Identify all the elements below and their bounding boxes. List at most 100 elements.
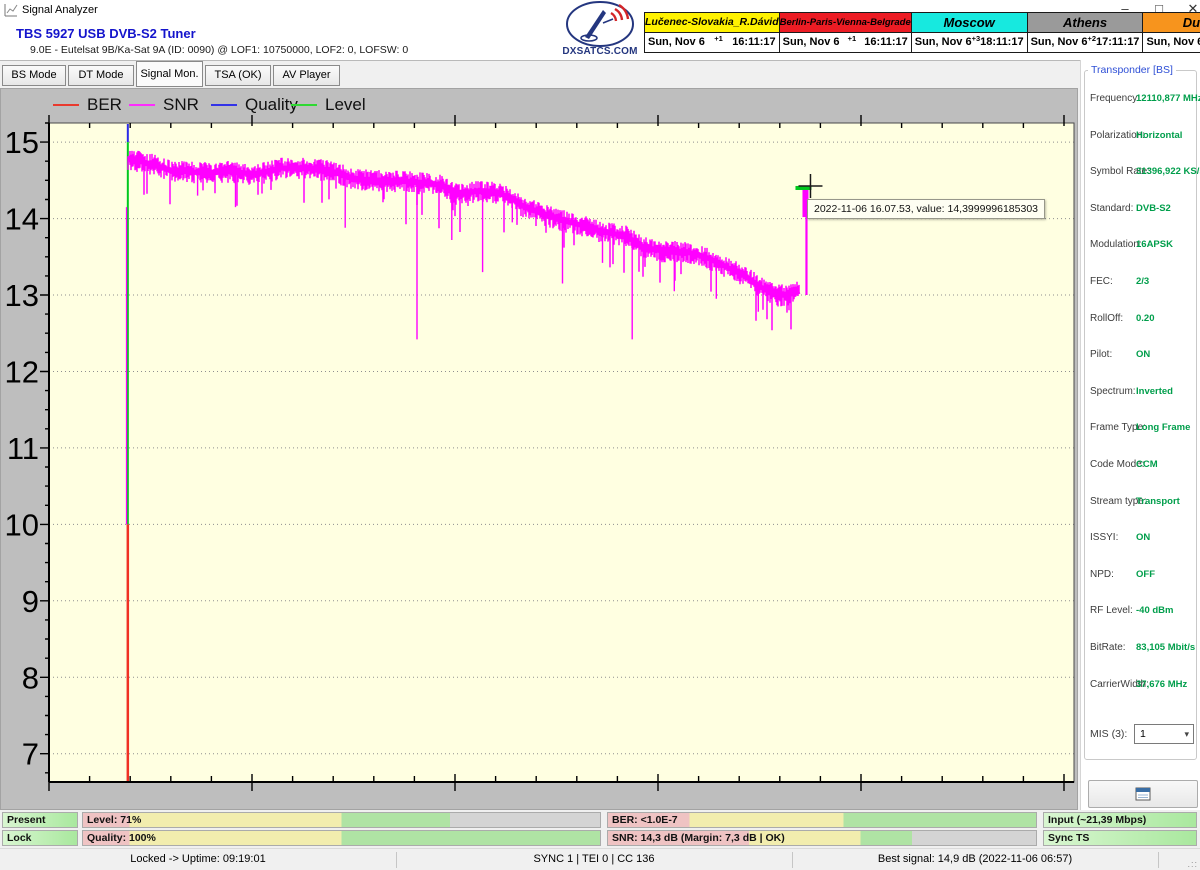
input-indicator-text: Input (~21,39 Mbps) (1048, 814, 1146, 826)
dxsatcs-logo-icon (563, 1, 637, 52)
legend-line-icon (291, 104, 317, 106)
transponder-value-carrierwidth: 37,676 MHz (1136, 679, 1187, 690)
y-axis-label: 15 (5, 125, 39, 160)
level-meter-text: Level: 71% (87, 814, 141, 826)
clock-city: Berlin-Paris-Vienna-Belgrade (779, 12, 912, 33)
transponder-label-standard: Standard: (1090, 203, 1133, 214)
y-axis-label: 12 (5, 354, 39, 389)
clock-panel: Lučenec-Slovakia_R.Dávid Sun, Nov 6 +1 16:1… (644, 12, 780, 53)
transponder-value-stream-type: Transport (1136, 496, 1180, 507)
clock-utc-offset: +3 (972, 34, 981, 43)
ber-meter: BER: <1.0E-7 (607, 812, 1037, 828)
clock-city: Lučenec-Slovakia_R.Dávid (644, 12, 780, 33)
tab-tsa-ok[interactable]: TSA (OK) (205, 65, 271, 86)
clock-time: 16:11:17 (732, 36, 775, 48)
quality-meter: Quality: 100% (82, 830, 601, 846)
chart-region: BERSNRQualityLevel 151413121110987 2022-… (0, 88, 1078, 810)
tab-signal-mon[interactable]: Signal Mon. (136, 61, 203, 87)
transponder-label-frequency: Frequency: (1090, 93, 1140, 104)
y-axis-label: 7 (22, 737, 39, 772)
chevron-down-icon: ▾ (1184, 725, 1189, 743)
tab-av-player[interactable]: AV Player (273, 65, 340, 86)
transponder-value-polarization: Horizontal (1136, 130, 1182, 141)
mis-dropdown[interactable]: 1 ▾ (1134, 724, 1194, 744)
transponder-value-symbol-rate: 31396,922 KS/s (1136, 166, 1200, 177)
transponder-label-rf-level: RF Level: (1090, 605, 1133, 616)
legend-label: Quality (245, 95, 298, 115)
tab-dt-mode[interactable]: DT Mode (68, 65, 134, 86)
clock-time: 18:11:17 (980, 36, 1023, 48)
status-bar: Locked -> Uptime: 09:19:01 SYNC 1 | TEI … (0, 848, 1200, 870)
clock-panels: Lučenec-Slovakia_R.DávidSun, Nov 6+116:1… (645, 12, 1199, 53)
clock-datetime: Sun, Nov 6+419:11:17 (1142, 33, 1200, 53)
present-indicator: Present (2, 812, 78, 828)
legend-label: BER (87, 95, 122, 115)
transponder-label-rolloff: RollOff: (1090, 313, 1123, 324)
tab-bs-mode[interactable]: BS Mode (2, 65, 66, 86)
status-uptime: Locked -> Uptime: 09:19:01 (0, 853, 396, 865)
clock-date: Sun, Nov 6 (1031, 36, 1088, 48)
clock-panel: Berlin-Paris-Vienna-Belgrade Sun, Nov 6 +1… (779, 12, 912, 53)
clock-city: Athens (1027, 12, 1144, 33)
legend-line-icon (53, 104, 79, 106)
signal-chart[interactable]: 151413121110987 (1, 89, 1077, 809)
mis-value: 1 (1140, 728, 1146, 740)
lock-indicator-text: Lock (7, 832, 32, 844)
clock-panel: DubaiSun, Nov 6+419:11:17 (1142, 12, 1200, 53)
y-axis-label: 10 (5, 507, 39, 542)
legend-label: SNR (163, 95, 199, 115)
y-axis-label: 11 (7, 431, 39, 466)
transponder-value-pilot: ON (1136, 349, 1150, 360)
sync-ts-indicator-text: Sync TS (1048, 832, 1089, 844)
sync-ts-indicator: Sync TS (1043, 830, 1197, 846)
clock-date: Sun, Nov 6 (648, 36, 705, 48)
y-axis-label: 8 (22, 660, 39, 695)
top-strip: Signal Analyzer – □ ✕ TBS 5927 USB DVB-S… (0, 0, 1200, 61)
input-indicator: Input (~21,39 Mbps) (1043, 812, 1197, 828)
clock-city: Moscow (911, 12, 1028, 33)
quality-meter-text: Quality: 100% (87, 832, 156, 844)
legend-item-quality: Quality (211, 96, 298, 113)
transponder-value-standard: DVB-S2 (1136, 203, 1171, 214)
clock-datetime: Sun, Nov 6+318:11:17 (911, 33, 1028, 53)
legend-label: Level (325, 95, 366, 115)
transponder-value-frame-type: Long Frame (1136, 422, 1190, 433)
legend-line-icon (129, 104, 155, 106)
clock-datetime: Sun, Nov 6+217:11:17 (1027, 33, 1144, 53)
clock-datetime: Sun, Nov 6 +1 16:11:17 (644, 33, 780, 53)
y-axis-label: 9 (22, 584, 39, 619)
legend-line-icon (211, 104, 237, 106)
ts-view-button[interactable] (1088, 780, 1198, 808)
clock-utc-offset: +1 (848, 34, 857, 43)
transponder-value-rolloff: 0.20 (1136, 313, 1155, 324)
transponder-value-bitrate: 83,105 Mbit/s (1136, 642, 1195, 653)
resize-grip[interactable]: .:: (1187, 859, 1198, 869)
clock-date: Sun, Nov 6 (783, 36, 840, 48)
signal-analyzer-window: Signal Analyzer – □ ✕ TBS 5927 USB DVB-S… (0, 0, 1200, 870)
transponder-label-fec: FEC: (1090, 276, 1113, 287)
present-indicator-text: Present (7, 814, 46, 826)
lock-indicator: Lock (2, 830, 78, 846)
transponder-value-fec: 2/3 (1136, 276, 1149, 287)
transponder-label-bitrate: BitRate: (1090, 642, 1126, 653)
ber-meter-text: BER: <1.0E-7 (612, 814, 678, 826)
transponder-value-code-mode: CCM (1136, 459, 1158, 470)
snr-meter: SNR: 14,3 dB (Margin: 7,3 dB | OK) (607, 830, 1037, 846)
clock-city: Dubai (1142, 12, 1200, 33)
mis-label: MIS (3): (1090, 728, 1127, 740)
tuner-subtitle: 9.0E - Eutelsat 9B/Ka-Sat 9A (ID: 0090) … (30, 44, 408, 56)
transponder-value-spectrum: Inverted (1136, 386, 1173, 397)
clock-panel: MoscowSun, Nov 6+318:11:17 (911, 12, 1028, 53)
tuner-title: TBS 5927 USB DVB-S2 Tuner (16, 26, 196, 41)
clock-utc-offset: +2 (1087, 34, 1096, 43)
legend-item-snr: SNR (129, 96, 199, 113)
clock-date: Sun, Nov 6 (915, 36, 972, 48)
clock-utc-offset: +1 (714, 34, 723, 43)
clock-panel: AthensSun, Nov 6+217:11:17 (1027, 12, 1144, 53)
status-divider (1158, 852, 1159, 868)
clock-date: Sun, Nov 6 (1146, 36, 1200, 48)
snr-meter-text: SNR: 14,3 dB (Margin: 7,3 dB | OK) (612, 832, 785, 844)
clock-time: 16:11:17 (864, 36, 907, 48)
transponder-value-issyi: ON (1136, 532, 1150, 543)
legend-item-ber: BER (53, 96, 122, 113)
